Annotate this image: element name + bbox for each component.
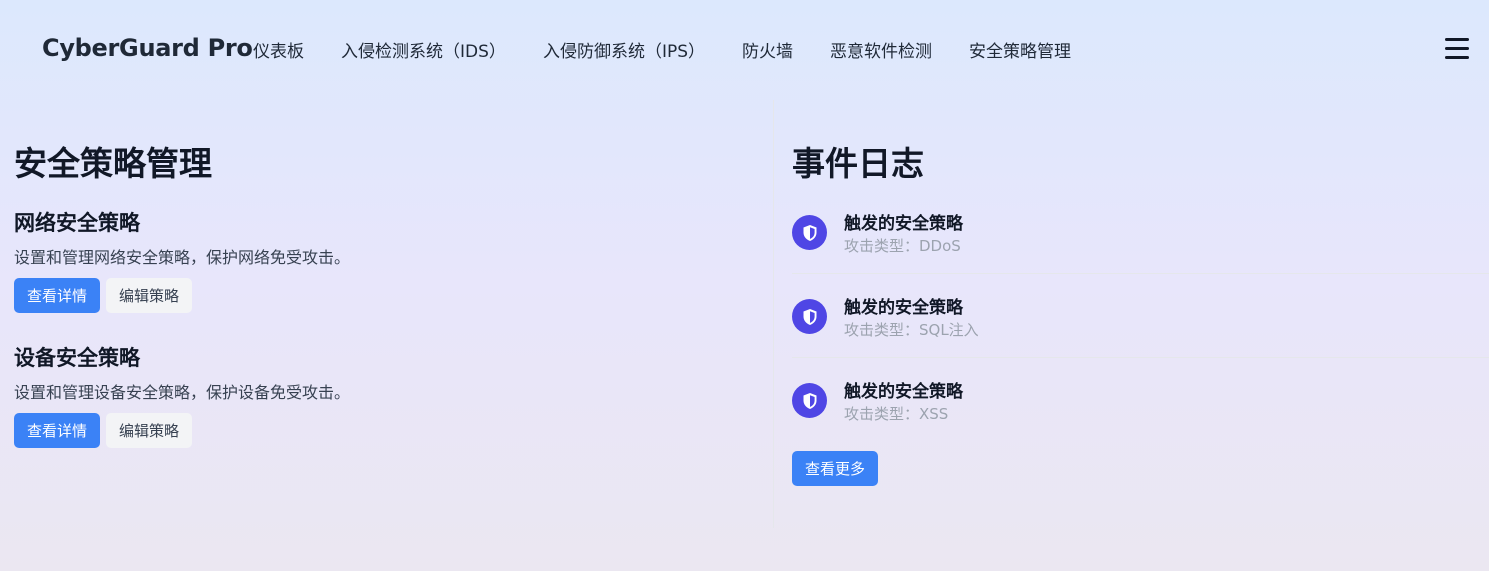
shield-icon [792,215,827,250]
nav-item-security-policy[interactable]: 安全策略管理 [969,37,1071,62]
event-attack-type: 攻击类型：DDoS [844,237,961,255]
policy-description: 设置和管理网络安全策略，保护网络免受攻击。 [14,248,351,267]
event-title: 触发的安全策略 [844,214,963,234]
event-separator [792,357,1489,358]
nav-item-dashboard[interactable]: 仪表板 [253,37,304,62]
shield-icon [792,383,827,418]
section-title: 安全策略管理 [14,144,212,183]
nav-item-ids[interactable]: 入侵检测系统（IDS） [341,37,506,62]
shield-icon [792,299,827,334]
nav-item-malware-detection[interactable]: 恶意软件检测 [830,37,932,62]
view-details-button[interactable]: 查看详情 [14,278,101,313]
view-more-button[interactable]: 查看更多 [792,451,879,486]
event-title: 触发的安全策略 [844,382,963,402]
section-title: 事件日志 [792,144,924,183]
hamburger-menu-icon[interactable] [1445,38,1469,60]
policy-title: 网络安全策略 [14,211,140,235]
edit-policy-button[interactable]: 编辑策略 [106,413,193,448]
event-attack-type: 攻击类型：XSS [844,405,949,423]
policy-title: 设备安全策略 [14,346,140,370]
nav-item-ips[interactable]: 入侵防御系统（IPS） [543,37,705,62]
event-log-item: 触发的安全策略 攻击类型：XSS [792,382,1489,467]
event-log-item: 触发的安全策略 攻击类型：DDoS [792,214,1489,299]
event-title: 触发的安全策略 [844,298,963,318]
policy-actions: 查看详情 编辑策略 [14,413,350,448]
event-log-section: 事件日志 触发的安全策略 攻击类型：DDoS 触发的安全策略 攻击类型：SQL注… [792,140,1489,486]
main-nav: 仪表板 入侵检测系统（IDS） 入侵防御系统（IPS） 防火墙 恶意软件检测 安… [0,37,1100,62]
policy-description: 设置和管理设备安全策略，保护设备免受攻击。 [14,383,351,402]
section-divider [773,100,774,528]
event-separator [792,273,1489,274]
event-attack-type: 攻击类型：SQL注入 [844,321,979,339]
policy-card-network: 网络安全策略 设置和管理网络安全策略，保护网络免受攻击。 查看详情 编辑策略 [14,208,350,313]
nav-item-firewall[interactable]: 防火墙 [742,37,793,62]
event-log-item: 触发的安全策略 攻击类型：SQL注入 [792,298,1489,383]
policy-actions: 查看详情 编辑策略 [14,278,350,313]
policy-card-device: 设备安全策略 设置和管理设备安全策略，保护设备免受攻击。 查看详情 编辑策略 [14,343,350,448]
view-details-button[interactable]: 查看详情 [14,413,101,448]
edit-policy-button[interactable]: 编辑策略 [106,278,193,313]
policy-management-section: 安全策略管理 网络安全策略 设置和管理网络安全策略，保护网络免受攻击。 查看详情… [14,140,754,448]
top-navigation-bar: CyberGuard Pro 仪表板 入侵检测系统（IDS） 入侵防御系统（IP… [0,0,1489,96]
